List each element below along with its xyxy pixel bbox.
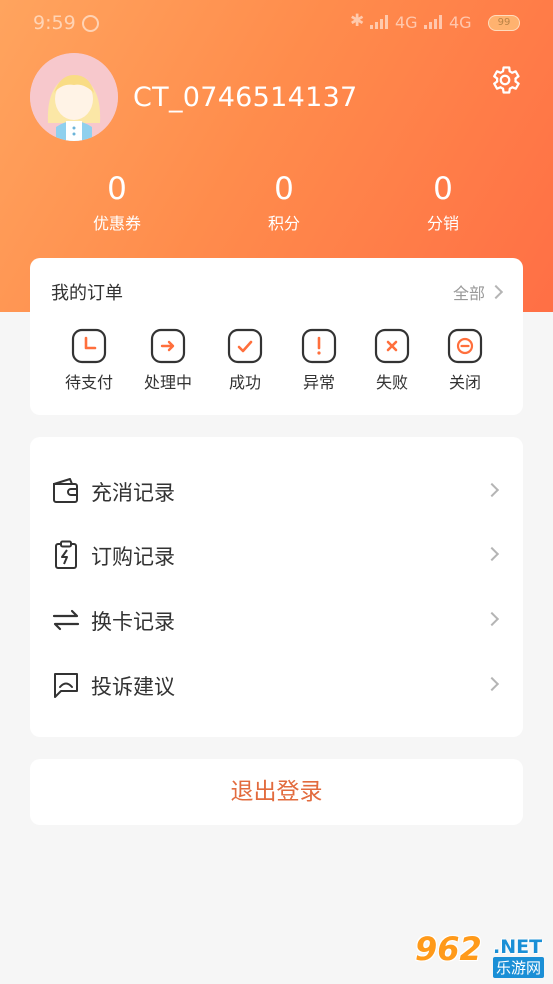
chevron-right-icon: [484, 611, 500, 627]
orders-title: 我的订单: [51, 283, 123, 304]
menu-item-feedback[interactable]: 投诉建议: [30, 653, 523, 717]
network-type-label: 4G: [395, 13, 418, 32]
orders-all-link[interactable]: 全部: [452, 280, 504, 304]
chevron-right-icon: [484, 482, 500, 498]
chevron-right-icon: [488, 284, 504, 300]
order-status-label: 成功: [228, 373, 261, 392]
signal-icon: [424, 15, 444, 29]
signal-icon: [370, 15, 390, 29]
site-watermark-logo: 962 .NET 乐游网: [413, 930, 548, 978]
arrow-right-icon: [150, 328, 186, 364]
menu-item-recharge-records[interactable]: 充消记录: [30, 459, 523, 523]
gear-icon[interactable]: [488, 63, 522, 97]
order-status-label: 失败: [375, 373, 408, 392]
bluetooth-icon: ✱: [350, 11, 365, 31]
chevron-right-icon: [484, 546, 500, 562]
check-icon: [227, 328, 263, 364]
message-icon: [54, 673, 78, 698]
status-time: 9:59: [33, 12, 76, 34]
exclamation-icon: [301, 328, 337, 364]
status-bar: 9:59 ✱ 4G 4G 99: [0, 0, 553, 50]
stat-distribution[interactable]: 0 分销: [388, 170, 498, 235]
records-menu-card: 充消记录 订购记录 换卡记录 投诉建议: [30, 437, 523, 737]
order-status-label: 处理中: [143, 373, 192, 392]
stat-label: 分销: [426, 214, 459, 233]
watermark-number: 962: [415, 930, 482, 968]
alarm-icon: [82, 15, 99, 32]
order-status-label: 关闭: [448, 373, 481, 392]
menu-item-label: 订购记录: [91, 545, 175, 569]
order-status-label: 异常: [302, 373, 335, 392]
stat-value: 0: [433, 171, 453, 207]
order-status-pending[interactable]: 待支付: [54, 328, 124, 393]
watermark-site-name: 乐游网: [493, 957, 545, 978]
swap-icon: [52, 609, 80, 631]
logout-button[interactable]: 退出登录: [30, 759, 523, 825]
logout-label: 退出登录: [230, 779, 323, 805]
my-orders-card: 我的订单 全部 待支付 处理中 成功 异常 失败 关闭: [30, 258, 523, 415]
stat-value: 0: [107, 171, 127, 207]
order-status-failed[interactable]: 失败: [357, 328, 427, 393]
stat-coupons[interactable]: 0 优惠券: [62, 170, 172, 235]
menu-item-order-records[interactable]: 订购记录: [30, 523, 523, 587]
order-status-success[interactable]: 成功: [210, 328, 280, 393]
avatar[interactable]: [30, 53, 118, 141]
username: CT_0746514137: [133, 82, 358, 113]
menu-item-label: 充消记录: [91, 481, 175, 505]
stat-value: 0: [274, 171, 294, 207]
battery-icon: 99: [488, 15, 520, 31]
stat-label: 优惠券: [92, 214, 141, 233]
order-status-abnormal[interactable]: 异常: [284, 328, 354, 393]
chevron-right-icon: [484, 676, 500, 692]
stat-points[interactable]: 0 积分: [229, 170, 339, 235]
wallet-icon: [53, 478, 78, 503]
watermark-net: .NET: [493, 936, 543, 958]
network-type-label: 4G: [449, 13, 472, 32]
menu-item-card-swap-records[interactable]: 换卡记录: [30, 588, 523, 652]
menu-item-label: 换卡记录: [91, 610, 175, 634]
stat-label: 积分: [267, 214, 300, 233]
order-status-closed[interactable]: 关闭: [430, 328, 500, 393]
minus-circle-icon: [447, 328, 483, 364]
order-status-label: 待支付: [64, 373, 113, 392]
x-icon: [374, 328, 410, 364]
order-status-processing[interactable]: 处理中: [133, 328, 203, 393]
clock-icon: [71, 328, 107, 364]
menu-item-label: 投诉建议: [91, 675, 175, 699]
girl-avatar-icon: [30, 53, 118, 141]
clipboard-icon: [55, 540, 77, 569]
orders-all-label: 全部: [452, 284, 485, 303]
